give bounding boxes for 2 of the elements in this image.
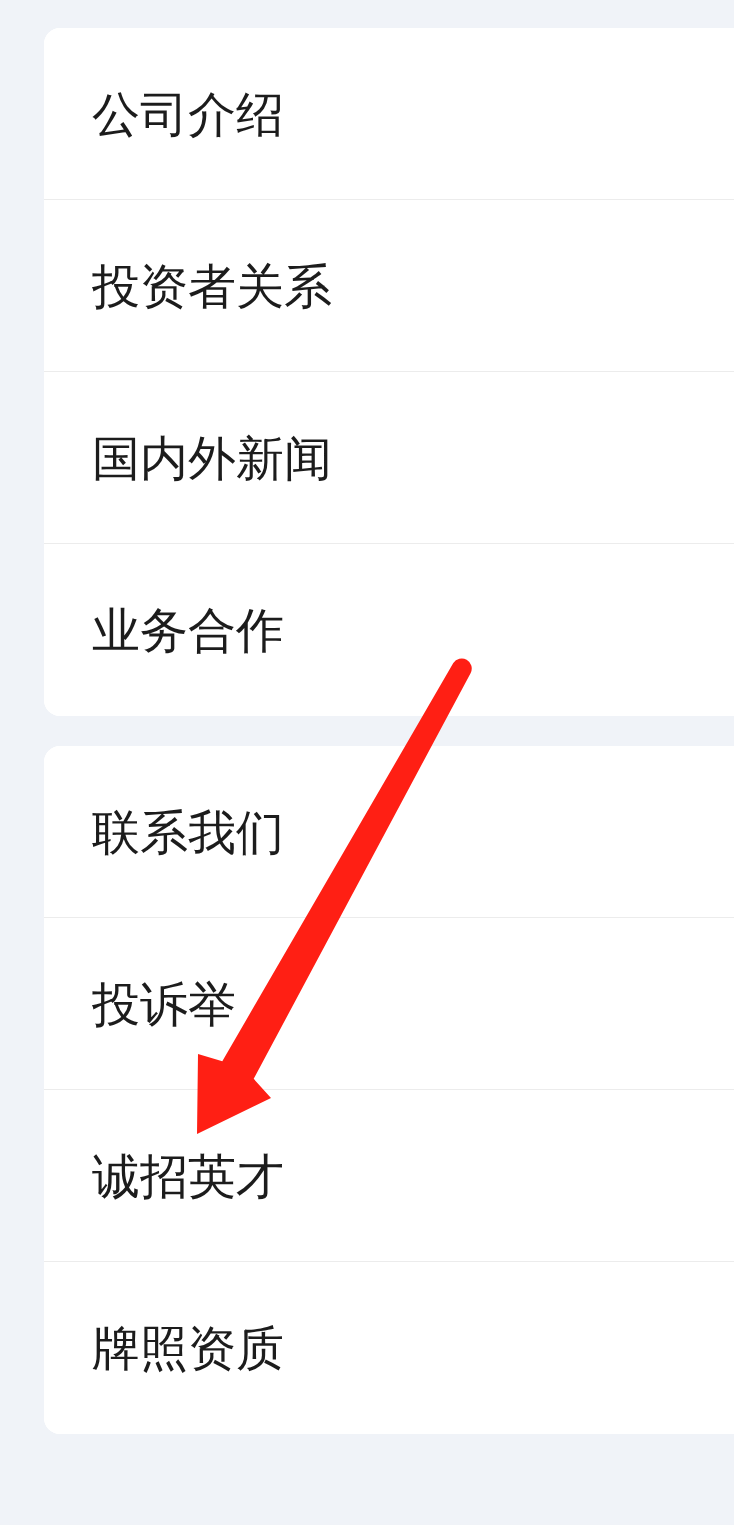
menu-item[interactable]: 公司介绍 xyxy=(44,28,734,200)
menu-item[interactable]: 联系我们 xyxy=(44,746,734,918)
